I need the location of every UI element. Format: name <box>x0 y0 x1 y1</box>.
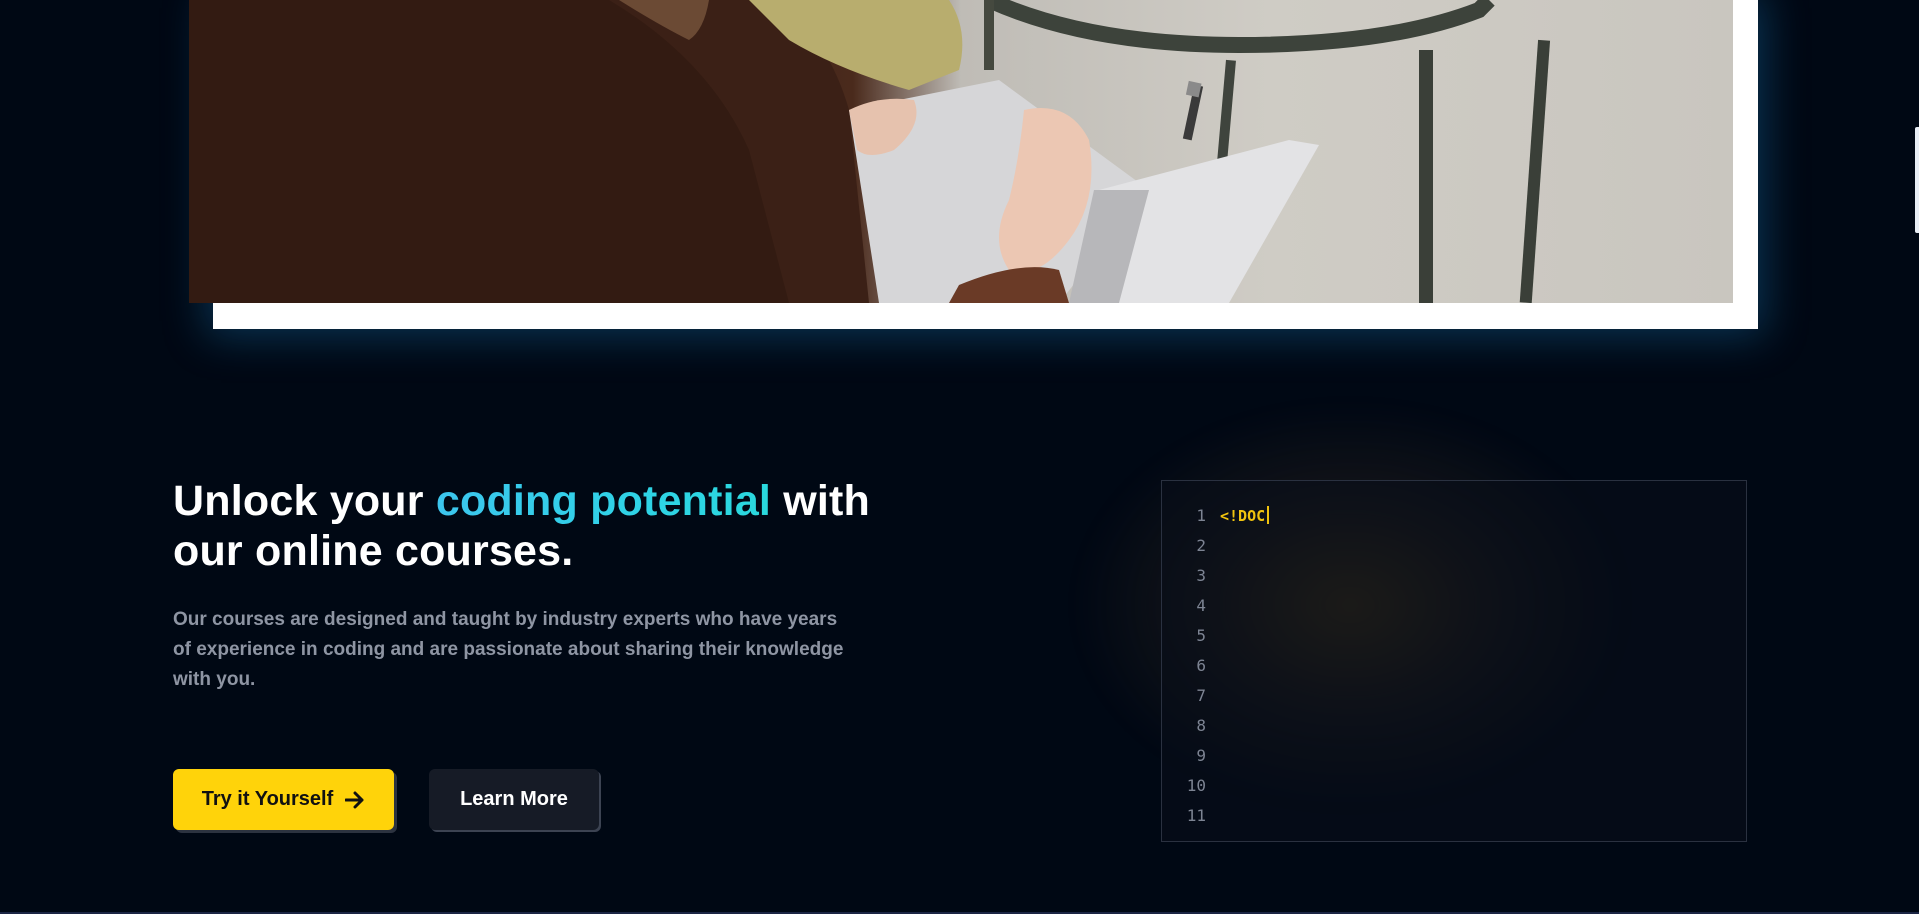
line-number: 11 <box>1186 806 1206 825</box>
hero-image <box>189 0 1733 303</box>
line-number: 3 <box>1196 566 1206 585</box>
line-number: 8 <box>1196 716 1206 735</box>
page-title: Unlock your coding potential with our on… <box>173 476 933 576</box>
text-caret <box>1267 506 1270 524</box>
try-it-yourself-label: Try it Yourself <box>201 788 334 810</box>
line-number: 6 <box>1196 656 1206 675</box>
headline-text-start: Unlock your <box>173 477 436 525</box>
line-number: 1 <box>1196 506 1206 525</box>
line-number: 5 <box>1196 626 1206 645</box>
code-text: <!DOC <box>1220 507 1266 525</box>
line-number-gutter: 1 2 3 4 5 6 7 8 9 10 11 <box>1162 501 1206 831</box>
page: Unlock your coding potential with our on… <box>0 0 1919 914</box>
code-editor[interactable]: 1 2 3 4 5 6 7 8 9 10 11 <!DOC <box>1161 480 1747 842</box>
line-number: 7 <box>1196 686 1206 705</box>
line-number: 2 <box>1196 536 1206 555</box>
arrow-right-icon <box>345 791 365 809</box>
headline-accent: coding potential <box>435 477 772 525</box>
line-number: 10 <box>1186 776 1206 795</box>
line-number: 9 <box>1196 746 1206 765</box>
scrollbar-thumb[interactable] <box>1915 127 1919 233</box>
learn-more-button[interactable]: Learn More <box>429 769 599 830</box>
lead-paragraph: Our courses are designed and taught by i… <box>173 609 844 690</box>
try-it-yourself-button[interactable]: Try it Yourself <box>173 769 394 830</box>
learn-more-label: Learn More <box>460 788 568 810</box>
line-number: 4 <box>1196 596 1206 615</box>
code-line-1[interactable]: <!DOC <box>1220 501 1270 531</box>
